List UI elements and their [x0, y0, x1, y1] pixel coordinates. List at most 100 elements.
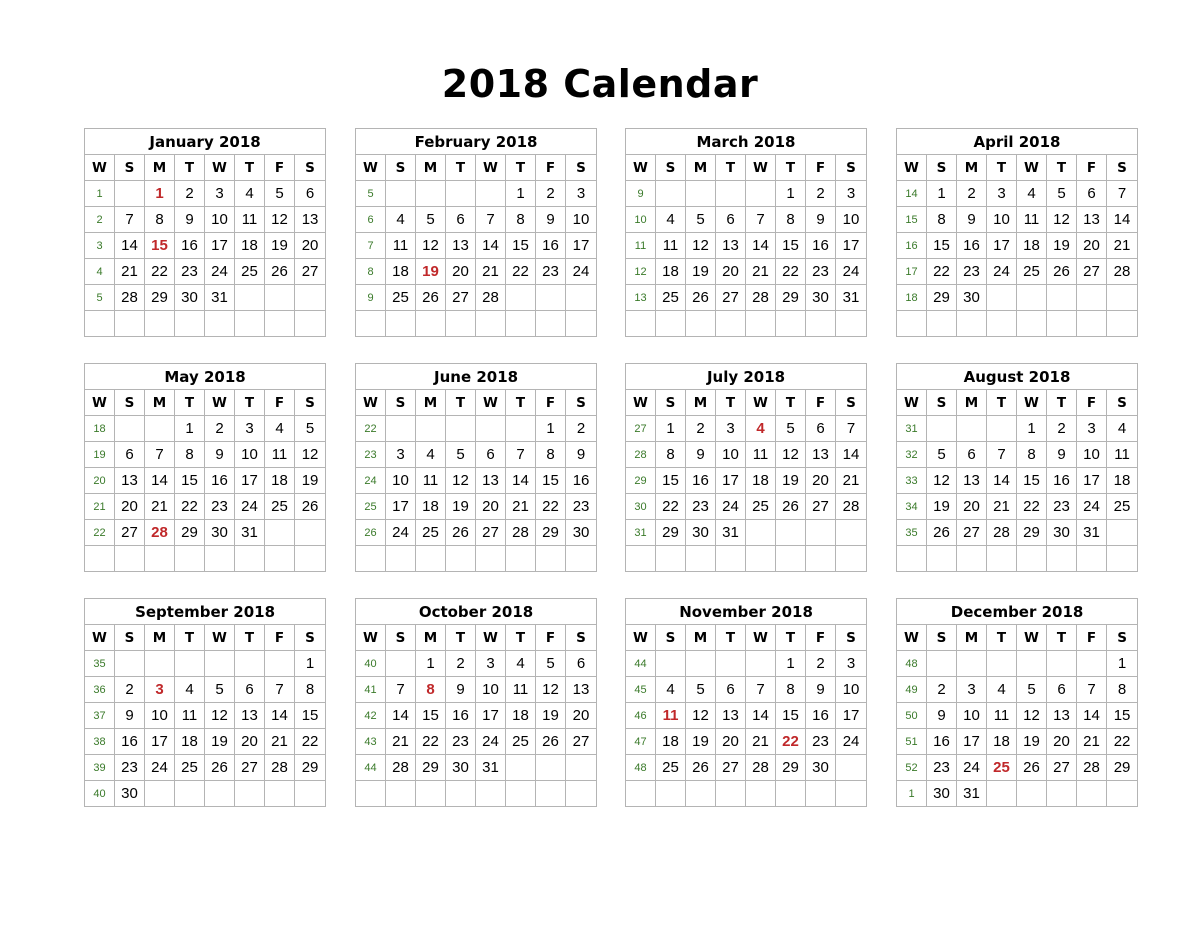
date-cell: 19: [775, 467, 806, 494]
week-row: 39 23 24 25 26 27 28 29: [84, 754, 327, 781]
date-cell: 14: [1076, 702, 1107, 729]
date-cell: 5: [926, 441, 957, 468]
day-header: S: [655, 389, 686, 416]
date-cell: 26: [1016, 754, 1047, 781]
date-cell: 18: [655, 728, 686, 755]
date-cell: 4: [264, 415, 295, 442]
date-cell: 17: [564, 232, 598, 259]
date-cell: 31: [475, 754, 506, 781]
day-header: T: [234, 154, 265, 181]
date-cell: 27: [1046, 754, 1077, 781]
week-number: 11: [625, 232, 656, 259]
date-cell: 28: [1106, 258, 1138, 285]
date-cell: 7: [745, 676, 776, 703]
date-cell: 21: [144, 493, 175, 520]
date-cell: 23: [926, 754, 957, 781]
empty-cell: [475, 310, 506, 337]
date-cell: 13: [234, 702, 265, 729]
empty-cell: [956, 650, 987, 677]
date-cell: 2: [926, 676, 957, 703]
date-cell: 30: [805, 754, 836, 781]
date-cell: 24: [234, 493, 265, 520]
empty-cell: [415, 545, 446, 572]
week-column-header: W: [355, 154, 386, 181]
date-cell: 29: [1105, 754, 1139, 781]
empty-cell: [293, 310, 327, 337]
empty-cell: [986, 780, 1017, 807]
week-row: 5 123: [355, 180, 598, 207]
date-cell: 4: [505, 650, 536, 677]
day-header: S: [1105, 624, 1139, 651]
week-row: 32 5 6 7 8 9 10 11: [896, 441, 1139, 468]
empty-cell: [1046, 780, 1077, 807]
empty-cell: [1105, 780, 1139, 807]
date-cell: 4: [655, 206, 686, 233]
week-row: 5 28 29 30 31: [84, 284, 327, 311]
day-header: S: [835, 154, 867, 181]
day-header: T: [505, 154, 536, 181]
empty-cell: [926, 415, 957, 442]
day-header: T: [715, 154, 746, 181]
week-row: [355, 780, 598, 807]
day-header: M: [956, 389, 987, 416]
date-cell: 11: [385, 232, 416, 259]
empty-cell: [505, 545, 536, 572]
date-cell: 18: [1105, 467, 1139, 494]
date-cell: 17: [204, 232, 235, 259]
week-number: 31: [896, 415, 927, 442]
week-number: 21: [84, 493, 115, 520]
empty-cell: [685, 780, 716, 807]
date-cell: 1: [775, 180, 806, 207]
date-cell: 6: [956, 441, 987, 468]
date-cell: 17: [234, 467, 265, 494]
empty-cell: [1046, 310, 1077, 337]
date-cell: 13: [1076, 206, 1107, 233]
month-title: April 2018: [896, 128, 1138, 155]
date-cell: 20: [956, 493, 987, 520]
date-cell: 6: [293, 180, 327, 207]
date-cell: 2: [564, 415, 598, 442]
week-row: 36 2 3 4 5 6 7 8: [84, 676, 327, 703]
month-december: December 2018 W S M T W T F S 48 1 49 2 3 4 5 6 7 8 50 9 10 11…: [895, 598, 1139, 807]
date-cell: 8: [293, 676, 327, 703]
date-cell: 13: [715, 702, 746, 729]
date-cell: 4: [986, 676, 1017, 703]
holiday-date: 11: [655, 702, 686, 729]
date-cell: 1: [535, 415, 566, 442]
empty-cell: [385, 780, 416, 807]
date-cell: 5: [1016, 676, 1047, 703]
date-cell: 12: [926, 467, 957, 494]
week-number: 33: [896, 467, 927, 494]
date-cell: 15: [655, 467, 686, 494]
date-cell: 6: [715, 676, 746, 703]
day-header: W: [475, 389, 506, 416]
week-row: 22 1 2: [355, 415, 598, 442]
empty-cell: [1105, 519, 1139, 546]
week-row: 42 14 15 16 17 18 19 20: [355, 702, 598, 729]
date-cell: 17: [715, 467, 746, 494]
date-cell: 23: [445, 728, 476, 755]
empty-cell: [174, 310, 205, 337]
date-cell: 9: [805, 206, 836, 233]
day-header: M: [685, 389, 716, 416]
date-cell: 9: [204, 441, 235, 468]
week-number: 24: [355, 467, 386, 494]
month-title: May 2018: [83, 363, 327, 390]
date-cell: 20: [445, 258, 476, 285]
month-title: June 2018: [354, 363, 598, 390]
day-header: M: [415, 389, 446, 416]
date-cell: 16: [564, 467, 598, 494]
empty-cell: [385, 650, 416, 677]
date-cell: 9: [956, 206, 987, 233]
date-cell: 30: [805, 284, 836, 311]
date-cell: 14: [505, 467, 536, 494]
empty-cell: [926, 545, 957, 572]
date-cell: 20: [293, 232, 327, 259]
week-number: 39: [84, 754, 115, 781]
date-cell: 15: [415, 702, 446, 729]
date-cell: 19: [1046, 232, 1077, 259]
empty-cell: [1076, 545, 1107, 572]
date-cell: 17: [835, 232, 867, 259]
empty-cell: [986, 310, 1017, 337]
week-row: [896, 310, 1138, 337]
